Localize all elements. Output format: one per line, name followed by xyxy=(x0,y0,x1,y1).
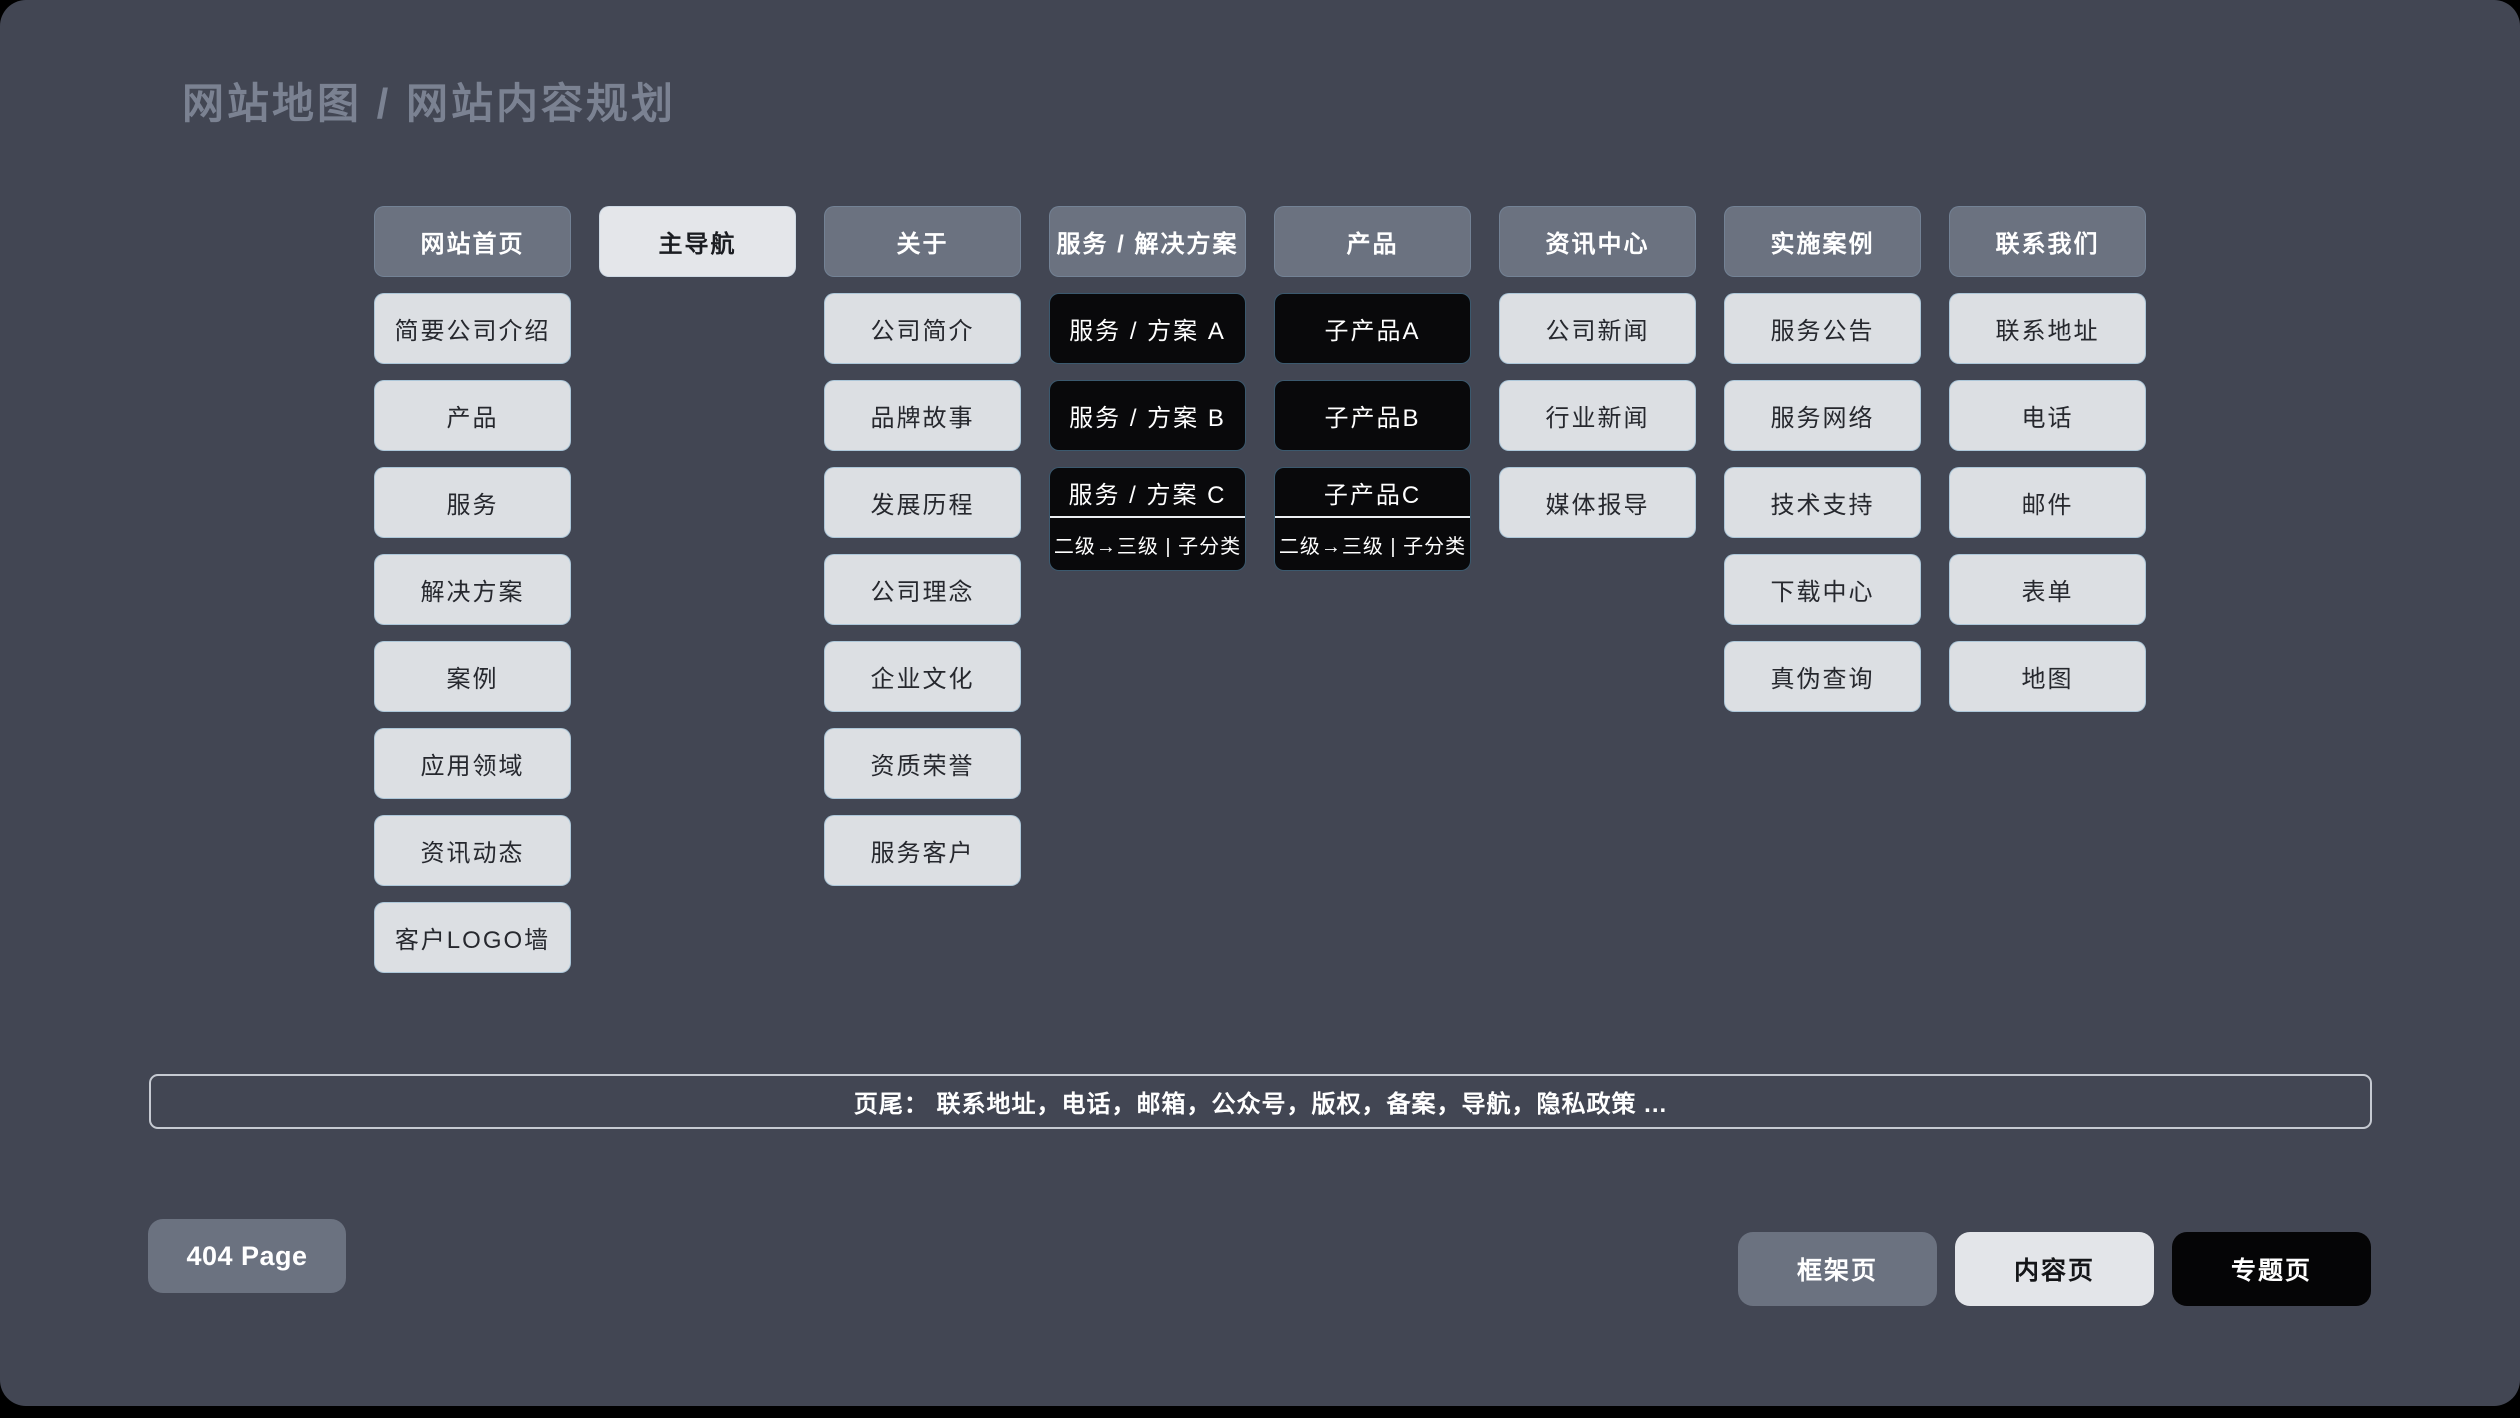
page-404-label: 404 Page xyxy=(186,1241,307,1272)
column-header-home[interactable]: 网站首页 xyxy=(374,206,571,277)
sitemap-column-about: 关于公司简介品牌故事发展历程公司理念企业文化资质荣誉服务客户 xyxy=(824,206,1021,886)
sitemap-node[interactable]: 地图 xyxy=(1949,641,2146,712)
page-type-legend: 框架页内容页专题页 xyxy=(1738,1232,2371,1306)
sitemap-node[interactable]: 资讯动态 xyxy=(374,815,571,886)
sitemap-node[interactable]: 邮件 xyxy=(1949,467,2146,538)
page-title: 网站地图 / 网站内容规划 xyxy=(182,70,676,131)
node-sub-label: 二级→三级 | 子分类 xyxy=(1050,518,1245,570)
sitemap-node[interactable]: 服务 / 方案 C二级→三级 | 子分类 xyxy=(1049,467,1246,571)
column-header-services-solutions[interactable]: 服务 / 解决方案 xyxy=(1049,206,1246,277)
column-header-about[interactable]: 关于 xyxy=(824,206,1021,277)
sitemap-column-products: 产品子产品A 子产品B 子产品C二级→三级 | 子分类 xyxy=(1274,206,1471,571)
sitemap-node[interactable]: 公司新闻 xyxy=(1499,293,1696,364)
sitemap-node[interactable]: 简要公司介绍 xyxy=(374,293,571,364)
sitemap-node[interactable]: 案例 xyxy=(374,641,571,712)
sitemap-node[interactable]: 行业新闻 xyxy=(1499,380,1696,451)
column-header-contact-us[interactable]: 联系我们 xyxy=(1949,206,2146,277)
sitemap-node[interactable]: 子产品C二级→三级 | 子分类 xyxy=(1274,467,1471,571)
sitemap-node[interactable]: 下载中心 xyxy=(1724,554,1921,625)
sitemap-node[interactable]: 解决方案 xyxy=(374,554,571,625)
sitemap-node[interactable]: 公司理念 xyxy=(824,554,1021,625)
sitemap-canvas: 网站地图 / 网站内容规划 网站首页简要公司介绍产品服务解决方案案例应用领域资讯… xyxy=(0,0,2520,1406)
sitemap-node[interactable]: 服务 / 方案 B xyxy=(1049,380,1246,451)
sitemap-node[interactable]: 真伪查询 xyxy=(1724,641,1921,712)
sitemap-node[interactable]: 企业文化 xyxy=(824,641,1021,712)
sitemap-node[interactable]: 表单 xyxy=(1949,554,2146,625)
footer-summary-text: 页尾： 联系地址，电话，邮箱，公众号，版权，备案，导航，隐私政策 ... xyxy=(854,1084,1667,1119)
column-header-implementation-cases[interactable]: 实施案例 xyxy=(1724,206,1921,277)
sitemap-column-main-nav: 主导航 xyxy=(599,206,796,277)
footer-summary-bar[interactable]: 页尾： 联系地址，电话，邮箱，公众号，版权，备案，导航，隐私政策 ... xyxy=(149,1074,2372,1129)
sitemap-node[interactable]: 应用领域 xyxy=(374,728,571,799)
node-label: 子产品C xyxy=(1275,468,1470,516)
sitemap-node[interactable]: 子产品B xyxy=(1274,380,1471,451)
sitemap-node[interactable]: 发展历程 xyxy=(824,467,1021,538)
sitemap-node[interactable]: 服务网络 xyxy=(1724,380,1921,451)
legend-black-page[interactable]: 专题页 xyxy=(2172,1232,2371,1306)
node-label: 服务 / 方案 C xyxy=(1050,468,1245,516)
sitemap-node[interactable]: 服务 xyxy=(374,467,571,538)
column-header-products[interactable]: 产品 xyxy=(1274,206,1471,277)
column-header-news-center[interactable]: 资讯中心 xyxy=(1499,206,1696,277)
sitemap-node[interactable]: 技术支持 xyxy=(1724,467,1921,538)
sitemap-node[interactable]: 电话 xyxy=(1949,380,2146,451)
page-404-node[interactable]: 404 Page xyxy=(148,1219,346,1293)
sitemap-column-services-solutions: 服务 / 解决方案服务 / 方案 A 服务 / 方案 B 服务 / 方案 C二级→三… xyxy=(1049,206,1246,571)
sitemap-node[interactable]: 品牌故事 xyxy=(824,380,1021,451)
sitemap-column-home: 网站首页简要公司介绍产品服务解决方案案例应用领域资讯动态客户LOGO墙 xyxy=(374,206,571,973)
sitemap-node[interactable]: 产品 xyxy=(374,380,571,451)
column-header-main-nav[interactable]: 主导航 xyxy=(599,206,796,277)
legend-gray-page[interactable]: 框架页 xyxy=(1738,1232,1937,1306)
sitemap-node[interactable]: 服务公告 xyxy=(1724,293,1921,364)
sitemap-node[interactable]: 服务客户 xyxy=(824,815,1021,886)
sitemap-node[interactable]: 媒体报导 xyxy=(1499,467,1696,538)
sitemap-node[interactable]: 公司简介 xyxy=(824,293,1021,364)
sitemap-node[interactable]: 服务 / 方案 A xyxy=(1049,293,1246,364)
legend-white-page[interactable]: 内容页 xyxy=(1955,1232,2154,1306)
sitemap-node[interactable]: 客户LOGO墙 xyxy=(374,902,571,973)
sitemap-node[interactable]: 联系地址 xyxy=(1949,293,2146,364)
sitemap-node[interactable]: 子产品A xyxy=(1274,293,1471,364)
sitemap-column-news-center: 资讯中心公司新闻行业新闻媒体报导 xyxy=(1499,206,1696,538)
sitemap-column-implementation-cases: 实施案例服务公告服务网络技术支持下载中心真伪查询 xyxy=(1724,206,1921,712)
sitemap-column-contact-us: 联系我们联系地址电话邮件表单地图 xyxy=(1949,206,2146,712)
node-sub-label: 二级→三级 | 子分类 xyxy=(1275,518,1470,570)
sitemap-node[interactable]: 资质荣誉 xyxy=(824,728,1021,799)
sitemap-columns: 网站首页简要公司介绍产品服务解决方案案例应用领域资讯动态客户LOGO墙主导航关于… xyxy=(374,206,2146,973)
